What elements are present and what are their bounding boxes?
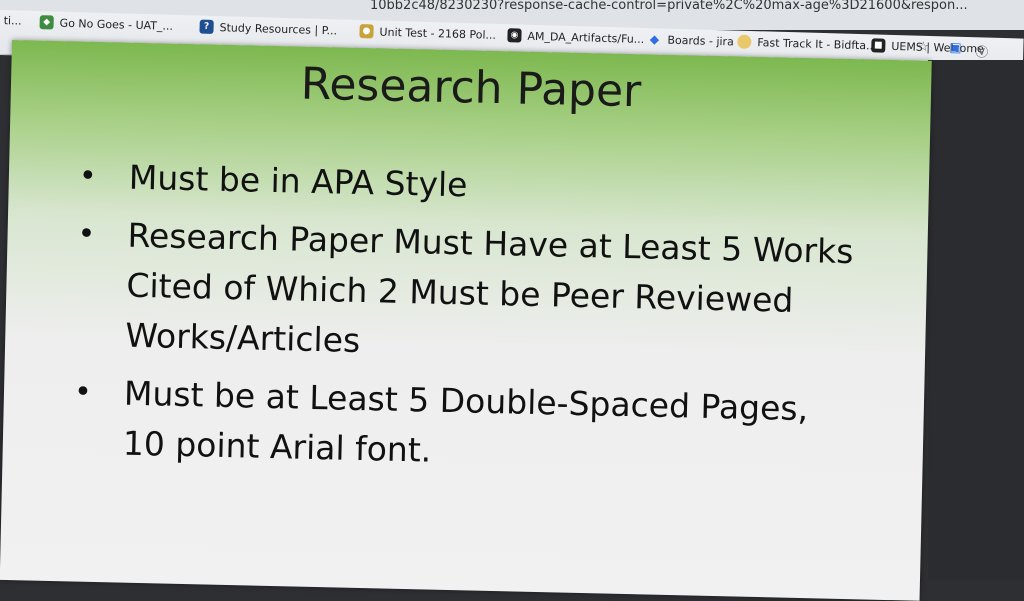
bullet-item: Research Paper Must Have at Least 5 Work… <box>75 210 858 378</box>
bookmark-label: Go No Goes - UAT_... <box>59 16 174 33</box>
bookmark-label: Study Resources | P... <box>219 20 338 37</box>
bookmark-item[interactable]: ◆ Go No Goes - UAT_... <box>39 15 173 33</box>
avatar-icon: ● <box>359 24 374 39</box>
bookmark-item[interactable]: ◉ AM_DA_Artifacts/Fu... <box>507 28 644 46</box>
url-text[interactable]: 10bb2c48/8230230?response-cache-control=… <box>370 0 968 13</box>
bookmark-item[interactable]: ? Study Resources | P... <box>199 19 338 38</box>
bookmark-label: AM_DA_Artifacts/Fu... <box>527 29 645 46</box>
slide-title: Research Paper <box>300 58 642 118</box>
bookmark-item[interactable]: ● Unit Test - 2168 Pol... <box>359 24 496 42</box>
bookmark-label: ti... <box>3 14 22 28</box>
bullet-list: Must be in APA Style Research Paper Must… <box>72 152 859 494</box>
bookmark-label: Unit Test - 2168 Pol... <box>379 25 497 42</box>
screen-bezel <box>928 60 1024 580</box>
bookmark-item[interactable]: ti... <box>4 14 22 27</box>
bookmark-item[interactable]: ◆ Boards - jira <box>647 32 734 48</box>
profile-icon[interactable]: Ⓥ <box>975 41 989 60</box>
bookmark-label: UEMS | Welcome <box>891 39 984 55</box>
bookmark-item[interactable]: Fast Track It - Bidfta... <box>737 34 877 53</box>
presentation-slide: Research Paper Must be in APA Style Rese… <box>0 40 932 601</box>
bookmark-label: Fast Track It - Bidfta... <box>757 35 877 52</box>
github-icon: ◉ <box>507 28 522 43</box>
star-icon[interactable]: ☆ <box>917 40 929 55</box>
question-icon: ? <box>199 19 214 34</box>
square-icon: ■ <box>871 38 886 53</box>
jira-icon: ◆ <box>649 32 660 47</box>
bullet-item: Must be at Least 5 Double-Spaced Pages, … <box>72 368 854 486</box>
bullet-item: Must be in APA Style <box>78 152 859 220</box>
bookmark-icon: ◆ <box>39 15 54 30</box>
bookmark-label: Boards - jira <box>667 33 734 48</box>
circle-icon <box>737 34 752 49</box>
extension-icon[interactable]: ▣ <box>949 41 962 56</box>
